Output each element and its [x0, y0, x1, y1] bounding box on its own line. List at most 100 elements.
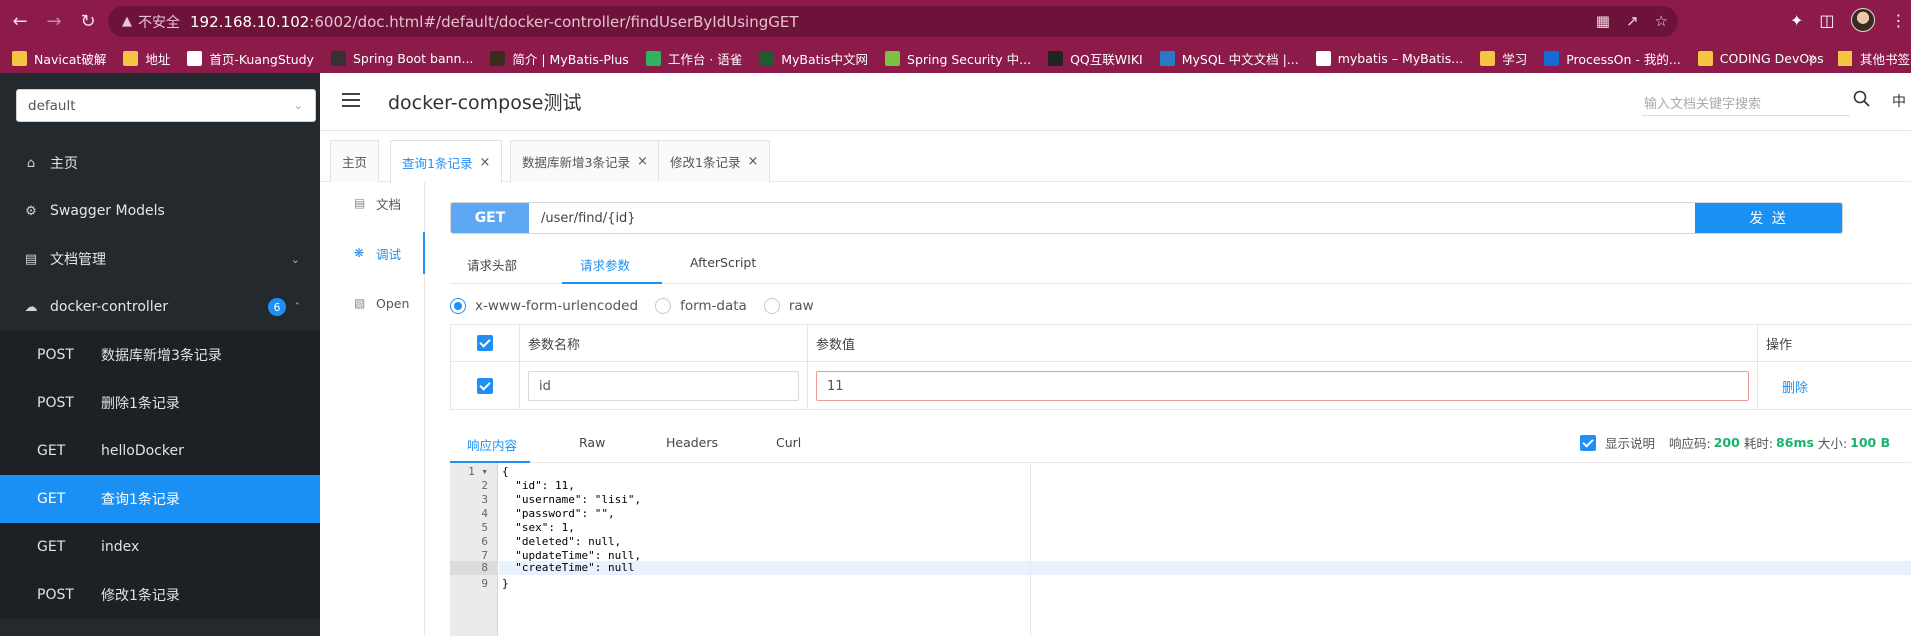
search-input[interactable]: 输入文档关键字搜索 — [1642, 91, 1850, 116]
chevron-up-icon: ˆ — [294, 300, 301, 314]
param-name-input[interactable]: id — [528, 371, 799, 401]
http-method-badge: GET — [451, 203, 529, 233]
app-header: docker-compose测试 输入文档关键字搜索 中 — [320, 73, 1911, 131]
close-icon[interactable]: × — [479, 155, 490, 170]
param-value-input[interactable]: 11 — [816, 371, 1749, 401]
tab-home[interactable]: 主页 — [330, 140, 380, 182]
endpoint-label: 删除1条记录 — [101, 396, 180, 412]
delete-link[interactable]: 删除 — [1782, 377, 1808, 396]
close-icon[interactable]: × — [747, 154, 758, 169]
endpoint-item[interactable]: POST 修改1条记录 — [0, 571, 320, 619]
endpoint-item[interactable]: GET helloDocker — [0, 427, 320, 475]
document-icon: ▤ — [354, 196, 366, 210]
sidebar-item-doc-manage[interactable]: ▤ 文档管理 ⌄ — [0, 235, 320, 283]
menu-toggle-icon[interactable] — [342, 93, 360, 107]
bookmark[interactable]: Spring Boot bann... — [330, 50, 473, 66]
bookmark[interactable]: MyBatis中文网 — [759, 49, 868, 68]
bookmark[interactable]: 首页-KuangStudy — [187, 49, 314, 68]
line-number: 3 — [481, 493, 488, 506]
active-tab-indicator — [562, 282, 662, 284]
tab-request-params[interactable]: 请求参数 — [580, 255, 630, 274]
back-icon[interactable]: ← — [6, 8, 34, 36]
line-number: 1 ▾ — [468, 465, 488, 478]
menu-debug[interactable]: ❋ 调试 — [320, 232, 425, 274]
tab-query-one[interactable]: 查询1条记录 × — [390, 140, 503, 183]
bookmark[interactable]: ProcessOn - 我的... — [1544, 49, 1681, 68]
checkbox-checked-icon[interactable] — [1580, 434, 1596, 451]
code-line: "username": "lisi", — [502, 493, 642, 506]
more-menu-icon[interactable]: ⋮ — [1891, 11, 1907, 30]
sidebar-item-docker-controller[interactable]: ☁ docker-controller 6 ˆ — [0, 283, 320, 331]
browser-toolbar: ← → ↻ ▲ 不安全 192.168.10.102:6002/doc.html… — [0, 0, 1911, 43]
reload-icon[interactable]: ↻ — [74, 8, 102, 36]
time-label: 耗时: — [1743, 436, 1774, 451]
tab-insert-three[interactable]: 数据库新增3条记录 × — [510, 140, 660, 182]
bookmark[interactable]: Navicat破解 — [12, 49, 106, 68]
other-bookmarks[interactable]: 其他书签 — [1838, 49, 1910, 68]
http-method: GET — [37, 491, 66, 507]
menu-doc[interactable]: ▤ 文档 — [320, 182, 425, 224]
menu-open[interactable]: ▧ Open — [320, 282, 425, 324]
radio-urlencoded[interactable]: x-www-form-urlencoded — [450, 298, 638, 314]
tab-response-content[interactable]: 响应内容 — [467, 435, 517, 454]
endpoint-item[interactable]: GET index — [0, 523, 320, 571]
http-method: GET — [37, 539, 66, 555]
bookmark[interactable]: 地址 — [123, 49, 170, 68]
param-op-cell: 删除 — [1758, 362, 1911, 410]
search-icon[interactable] — [1852, 89, 1872, 109]
url-path: :6002/doc.html#/default/docker-controlle… — [309, 12, 799, 31]
sidepanel-icon[interactable]: ◫ — [1819, 11, 1834, 30]
endpoint-item[interactable]: POST 数据库新增3条记录 — [0, 331, 320, 379]
endpoint-label: 查询1条记录 — [101, 492, 180, 508]
show-desc-label: 显示说明 — [1605, 436, 1656, 451]
tab-headers[interactable]: Headers — [666, 435, 718, 450]
code-line: "password": "", — [502, 507, 615, 520]
active-line-highlight — [499, 561, 1911, 575]
tab-update-one[interactable]: 修改1条记录 × — [658, 140, 771, 182]
bookmark[interactable]: CODING DevOps — [1697, 50, 1824, 66]
bookmark-favicon-icon — [490, 50, 506, 66]
bookmark[interactable]: 工作台 · 语雀 — [645, 49, 742, 68]
radio-form-data[interactable]: form-data — [655, 298, 747, 314]
bookmarks-overflow[interactable]: » — [1808, 50, 1817, 66]
bookmark-folder-icon — [1480, 50, 1496, 66]
tab-curl[interactable]: Curl — [776, 435, 801, 450]
param-value-cell: 11 — [808, 362, 1758, 410]
code-line: } — [502, 577, 509, 590]
tab-afterscript[interactable]: AfterScript — [690, 255, 756, 270]
translate-icon[interactable]: ▦ — [1596, 12, 1610, 30]
bookmark-favicon-icon — [1048, 50, 1064, 66]
tab-request-headers[interactable]: 请求头部 — [467, 255, 517, 274]
endpoint-item-active[interactable]: GET 查询1条记录 — [0, 475, 320, 523]
share-icon[interactable]: ↗ — [1626, 12, 1639, 30]
endpoint-label: 修改1条记录 — [101, 588, 180, 604]
endpoint-item[interactable]: POST 删除1条记录 — [0, 379, 320, 427]
profile-avatar[interactable] — [1850, 8, 1875, 32]
sidebar-item-home[interactable]: ⌂ 主页 — [0, 139, 320, 187]
bookmark[interactable]: Spring Security 中... — [885, 49, 1031, 68]
close-icon[interactable]: × — [637, 154, 648, 169]
group-select[interactable]: default ⌄ — [16, 89, 316, 122]
checkbox-checked-icon[interactable] — [477, 335, 493, 351]
star-icon[interactable]: ☆ — [1655, 12, 1668, 30]
extensions-icon[interactable]: ✦ — [1790, 11, 1803, 30]
request-path-input[interactable]: /user/find/{id} — [529, 203, 1695, 233]
checkbox-checked-icon[interactable] — [477, 378, 493, 394]
tab-raw[interactable]: Raw — [579, 435, 605, 450]
bookmark[interactable]: 学习 — [1480, 49, 1527, 68]
bookmark[interactable]: 简介 | MyBatis-Plus — [490, 49, 629, 68]
bookmark[interactable]: mybatis – MyBatis... — [1315, 50, 1463, 66]
radio-raw[interactable]: raw — [763, 298, 814, 314]
forward-icon[interactable]: → — [40, 8, 68, 36]
sidebar-item-swagger-models[interactable]: ⚙ Swagger Models — [0, 187, 320, 235]
bookmark[interactable]: MySQL 中文文档 |... — [1159, 49, 1299, 68]
code-line: "sex": 1, — [502, 521, 575, 534]
bookmark[interactable]: QQ互联WIKI — [1048, 49, 1143, 68]
doc-side-menu: ▤ 文档 ❋ 调试 ▧ Open — [320, 182, 425, 636]
send-button[interactable]: 发 送 — [1695, 203, 1842, 233]
language-switch[interactable]: 中 — [1892, 91, 1906, 111]
response-meta: 显示说明 响应码: 200 耗时: 86ms 大小: 100 B — [1580, 433, 1894, 452]
address-bar[interactable]: ▲ 不安全 192.168.10.102:6002/doc.html#/defa… — [108, 6, 1678, 37]
code-line: "id": 11, — [502, 479, 575, 492]
response-editor[interactable]: 1 ▾ 2 3 4 5 6 7 8 9 { "id": 11, "usernam… — [450, 463, 1911, 636]
